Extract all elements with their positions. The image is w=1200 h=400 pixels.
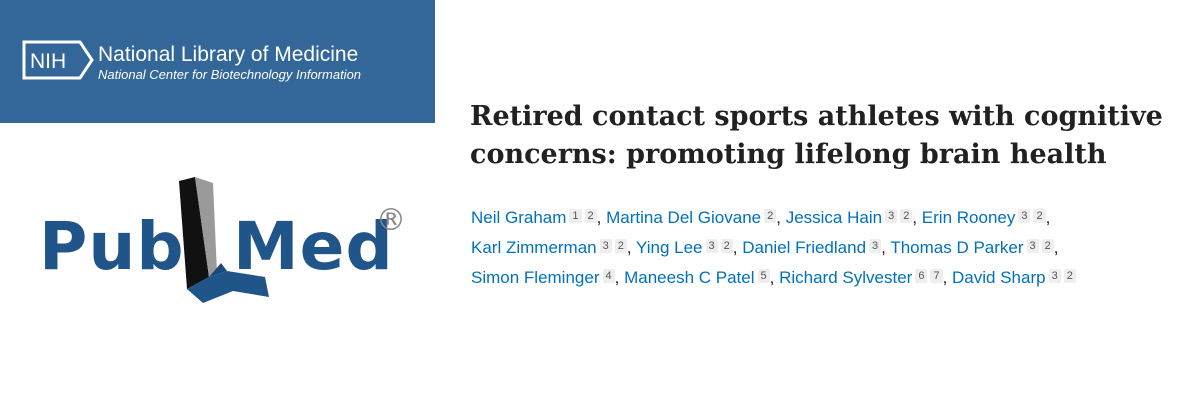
affiliation-ref-button[interactable]: 2 [1063, 269, 1076, 283]
article-title: Retired contact sports athletes with cog… [470, 101, 1163, 170]
nih-header-banner[interactable]: NIH National Library of Medicine Nationa… [0, 0, 435, 123]
nih-badge-text: NIH [30, 50, 66, 73]
affiliation-ref-button[interactable]: 3 [885, 209, 898, 223]
author-item: Thomas D Parker 3 2, [890, 238, 1059, 257]
affiliation-ref-button[interactable]: 3 [705, 239, 718, 253]
author-item: Ying Lee 3 2, [636, 238, 738, 257]
author-name-link[interactable]: Richard Sylvester [779, 268, 912, 287]
author-name-link[interactable]: Simon Fleminger [471, 268, 600, 287]
pubmed-med-text: Med [233, 208, 394, 285]
author-item: Richard Sylvester 6 7, [779, 268, 948, 287]
affiliation-ref-button[interactable]: 3 [599, 239, 612, 253]
registered-mark-icon: ® [376, 203, 406, 238]
affiliation-ref-button[interactable]: 2 [1041, 239, 1054, 253]
author-item: Simon Fleminger 4, [471, 268, 620, 287]
nih-logo-icon: NIH [22, 40, 94, 80]
author-name-link[interactable]: Neil Graham [471, 208, 566, 227]
affiliation-ref-button[interactable]: 2 [584, 209, 597, 223]
author-item: Martina Del Giovane 2, [606, 208, 781, 227]
author-item: Maneesh C Patel 5, [624, 268, 775, 287]
author-item: Erin Rooney 3 2, [921, 208, 1051, 227]
author-item: David Sharp 3 2 [952, 268, 1076, 287]
affiliation-ref-button[interactable]: 2 [614, 239, 627, 253]
affiliation-ref-button[interactable]: 3 [1048, 269, 1061, 283]
affiliation-ref-button[interactable]: 6 [915, 269, 928, 283]
library-name: National Library of Medicine [98, 43, 359, 66]
author-item: Daniel Friedland 3, [742, 238, 886, 257]
affiliation-ref-button[interactable]: 2 [720, 239, 733, 253]
author-name-link[interactable]: Daniel Friedland [742, 238, 866, 257]
affiliation-ref-button[interactable]: 1 [569, 209, 582, 223]
affiliation-ref-button[interactable]: 2 [764, 209, 777, 223]
author-item: Neil Graham 1 2, [471, 208, 602, 227]
authors-list: Neil Graham 1 2, Martina Del Giovane 2, Jes… [471, 203, 1191, 293]
affiliation-ref-button[interactable]: 2 [900, 209, 913, 223]
author-name-link[interactable]: David Sharp [952, 268, 1046, 287]
affiliation-ref-button[interactable]: 7 [930, 269, 943, 283]
author-name-link[interactable]: Martina Del Giovane [606, 208, 761, 227]
affiliation-ref-button[interactable]: 3 [1026, 239, 1039, 253]
author-name-link[interactable]: Thomas D Parker [890, 238, 1023, 257]
author-name-link[interactable]: Ying Lee [636, 238, 702, 257]
author-name-link[interactable]: Erin Rooney [922, 208, 1016, 227]
author-name-link[interactable]: Karl Zimmerman [471, 238, 597, 257]
affiliation-ref-button[interactable]: 2 [1033, 209, 1046, 223]
author-item: Karl Zimmerman 3 2, [471, 238, 632, 257]
affiliation-ref-button[interactable]: 3 [1018, 209, 1031, 223]
pubmed-logo[interactable]: Pub Med ® [35, 175, 415, 310]
author-item: Jessica Hain 3 2, [785, 208, 918, 227]
affiliation-ref-button[interactable]: 5 [757, 269, 770, 283]
author-name-link[interactable]: Jessica Hain [786, 208, 882, 227]
pubmed-pub-text: Pub [39, 208, 185, 285]
library-subtitle: National Center for Biotechnology Inform… [98, 67, 362, 82]
affiliation-ref-button[interactable]: 4 [602, 269, 615, 283]
affiliation-ref-button[interactable]: 3 [869, 239, 882, 253]
author-name-link[interactable]: Maneesh C Patel [624, 268, 754, 287]
